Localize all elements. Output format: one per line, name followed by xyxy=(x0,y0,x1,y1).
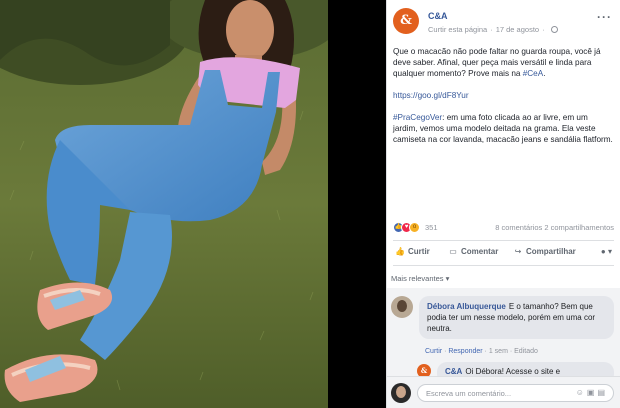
reaction-count[interactable]: 351 xyxy=(425,223,438,232)
share-label: Compartilhar xyxy=(526,247,576,256)
comment-reply-link[interactable]: Responder xyxy=(448,348,482,355)
comment-composer: ☺▣▤ xyxy=(387,376,620,408)
camera-icon[interactable]: ▣ xyxy=(587,388,598,397)
chevron-down-icon: ▾ xyxy=(607,247,612,256)
reply-text: Oi Débora! Acesse o site e xyxy=(465,367,561,376)
user-avatar xyxy=(391,383,411,403)
comments-shares-count[interactable]: 8 comentários 2 compartilhamentos xyxy=(495,223,614,232)
post-text-body: Que o macacão não pode faltar no guarda … xyxy=(393,47,601,78)
wow-reaction-icon[interactable]: o xyxy=(409,222,420,233)
post-date[interactable]: 17 de agosto xyxy=(496,25,539,34)
reactions-bar: 👍 ♥ o 351 8 comentários 2 compartilhamen… xyxy=(393,222,614,234)
comment-actions: Curtir · Responder · 1 sem · Editado xyxy=(425,348,538,355)
comment-edited: Editado xyxy=(514,348,538,355)
thumbs-up-icon: 👍 xyxy=(395,247,405,256)
post-header: & C&A Curtir esta página · 17 de agosto · ·… xyxy=(393,6,612,36)
post-text: Que o macacão não pode faltar no guarda … xyxy=(393,46,614,156)
page-avatar[interactable]: & xyxy=(393,8,419,34)
more-options-icon[interactable]: ··· xyxy=(597,10,612,24)
pracegover-hashtag[interactable]: #PraCegoVer xyxy=(393,113,442,122)
reply-author[interactable]: C&A xyxy=(445,367,462,376)
comment-like-link[interactable]: Curtir xyxy=(425,348,442,355)
comments-area: Débora Albuquerque E o tamanho? Bem que p… xyxy=(387,288,620,382)
commenter-avatar[interactable] xyxy=(391,296,413,318)
comment-author[interactable]: Débora Albuquerque xyxy=(427,302,506,311)
like-label: Curtir xyxy=(408,247,430,256)
comment-icon: ▭ xyxy=(449,247,457,256)
post-meta: Curtir esta página · 17 de agosto · xyxy=(428,25,558,34)
like-button[interactable]: 👍 Curtir xyxy=(395,247,430,256)
comment-button[interactable]: ▭ Comentar xyxy=(448,247,498,256)
photo-illustration xyxy=(0,0,328,408)
comment-bubble: Débora Albuquerque E o tamanho? Bem que p… xyxy=(419,296,614,339)
post-panel: & C&A Curtir esta página · 17 de agosto · ·… xyxy=(386,0,620,408)
emoji-icon[interactable]: ☺ xyxy=(576,388,587,397)
avatar-mini-icon: ● xyxy=(600,247,606,256)
page-name[interactable]: C&A xyxy=(428,11,448,21)
gif-icon[interactable]: ▤ xyxy=(597,388,608,397)
post-photo[interactable] xyxy=(0,0,328,408)
composer-icons: ☺▣▤ xyxy=(576,388,608,397)
action-bar: 👍 Curtir ▭ Comentar ↪ Compartilhar ● ▾ xyxy=(393,240,614,266)
sort-comments[interactable]: Mais relevantes ▾ xyxy=(391,274,449,283)
share-button[interactable]: ↪ Compartilhar xyxy=(513,247,576,256)
comment-time[interactable]: 1 sem xyxy=(489,348,508,355)
short-link[interactable]: https://goo.gl/dF8Yur xyxy=(393,91,469,100)
like-page-link[interactable]: Curtir esta página xyxy=(428,25,487,34)
globe-icon xyxy=(550,26,558,33)
hashtag-link[interactable]: #CeA xyxy=(523,69,543,78)
share-icon: ↪ xyxy=(514,247,522,256)
comment-label: Comentar xyxy=(461,247,499,256)
audience-selector[interactable]: ● ▾ xyxy=(601,247,612,256)
post-text-end: . xyxy=(543,69,546,78)
